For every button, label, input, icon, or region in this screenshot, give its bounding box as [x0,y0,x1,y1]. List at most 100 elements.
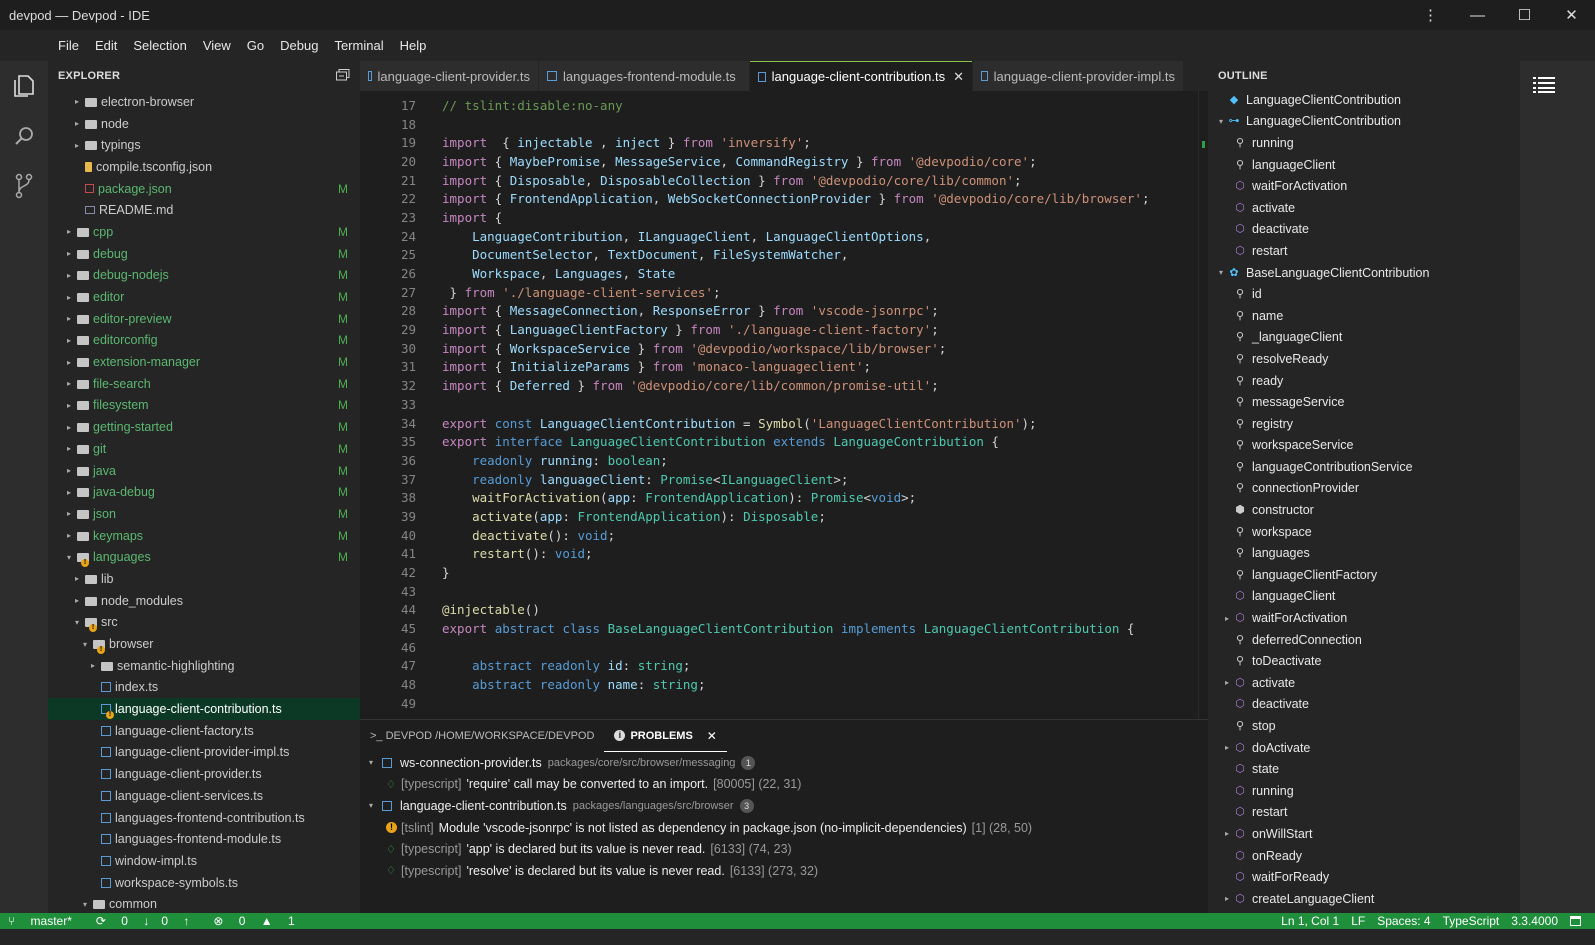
tree-item[interactable]: ▸ semantic-highlighting [48,655,360,677]
tree-item[interactable]: ▸ electron-browser [48,91,360,113]
tree-item[interactable]: ▸ cpp M [48,221,360,243]
tree-twisty-icon[interactable]: ▸ [64,336,74,345]
tree-item[interactable]: languages-frontend-contribution.ts [48,807,360,829]
tree-item[interactable]: ▸ node [48,113,360,135]
tree-item[interactable]: package.json M [48,178,360,200]
tree-twisty-icon[interactable]: ▸ [72,574,82,583]
tree-item[interactable]: index.ts [48,677,360,699]
notifications-icon[interactable] [1570,916,1581,926]
outline-item[interactable]: ⚲ toDeactivate [1208,650,1520,672]
outline-item[interactable]: ▸ ⬡ waitForActivation [1208,607,1520,629]
cursor-position[interactable]: Ln 1, Col 1 [1281,914,1339,928]
outline-item[interactable]: ⚲ ready [1208,370,1520,392]
tree-twisty-icon[interactable]: ▸ [64,423,74,432]
collapse-all-icon[interactable] [336,69,350,81]
outline-item[interactable]: ⚲ name [1208,305,1520,327]
outline-item[interactable]: ⬡ restart [1208,802,1520,824]
files-icon[interactable] [0,61,48,111]
tree-item[interactable]: ▸ extension-manager M [48,351,360,373]
editor-tab[interactable]: languages-frontend-module.ts [539,61,749,91]
tree-item[interactable]: compile.tsconfig.json [48,156,360,178]
tree-twisty-icon[interactable]: ▸ [88,661,98,670]
tree-item[interactable]: ▸ debug-nodejs M [48,265,360,287]
outline-item[interactable]: ▾ ✿ BaseLanguageClientContribution [1208,262,1520,284]
tree-item[interactable]: ▾ common [48,893,360,915]
indentation[interactable]: Spaces: 4 [1377,914,1430,928]
outline-item[interactable]: ⚲ languageClient [1208,154,1520,176]
outline-item[interactable]: ⚲ workspaceService [1208,435,1520,457]
tree-twisty-icon[interactable]: ▸ [64,379,74,388]
tree-item[interactable]: language-client-factory.ts [48,720,360,742]
tree-item[interactable]: ▸ debug M [48,243,360,265]
menu-edit[interactable]: Edit [87,38,125,53]
problem-file-row[interactable]: ▾ language-client-contribution.ts packages… [360,795,1208,817]
tree-item[interactable]: ▾! languages M [48,546,360,568]
editor-scrollbar[interactable] [1198,91,1208,719]
outline-item[interactable]: ⬡ waitForActivation [1208,175,1520,197]
close-tab-icon[interactable]: ✕ [953,69,964,85]
outline-item[interactable]: ⚲ resolveReady [1208,348,1520,370]
outline-item[interactable]: ▸ ⬡ activate [1208,672,1520,694]
tree-item[interactable]: languages-frontend-module.ts [48,828,360,850]
tree-twisty-icon[interactable]: ▸ [64,466,74,475]
outline-item[interactable]: ▸ ⬡ doActivate [1208,737,1520,759]
tree-item[interactable]: ▾! browser [48,633,360,655]
tree-twisty-icon[interactable]: ▾ [1214,268,1228,277]
tree-twisty-icon[interactable]: ▸ [64,444,74,453]
tree-twisty-icon[interactable]: ▸ [1220,829,1234,838]
line-ending[interactable]: LF [1351,914,1365,928]
search-icon[interactable] [0,111,48,161]
outline-item[interactable]: ▾ ⊶ LanguageClientContribution [1208,111,1520,133]
code-editor[interactable]: 17 // tslint:disable:no-any 18 19 import { i… [360,91,1198,719]
problem-item[interactable]: ♢ [typescript] 'app' is declared but its v… [360,838,1208,860]
tab-terminal[interactable]: >_ DEVPOD /HOME/WORKSPACE/DEVPOD [360,720,604,752]
tree-item[interactable]: ▸ filesystem M [48,395,360,417]
outline-item[interactable]: ⚲ running [1208,132,1520,154]
outline-item[interactable]: ⚲ workspace [1208,521,1520,543]
tree-twisty-icon[interactable]: ▸ [64,227,74,236]
tree-twisty-icon[interactable]: ▸ [72,119,82,128]
tree-twisty-icon[interactable]: ▸ [1220,678,1234,687]
tree-item[interactable]: workspace-symbols.ts [48,872,360,894]
tree-twisty-icon[interactable]: ▸ [64,531,74,540]
outline-item[interactable]: ⚲ languageClientFactory [1208,564,1520,586]
tree-item[interactable]: ▸ node_modules [48,590,360,612]
outline-item[interactable]: ⚲ id [1208,283,1520,305]
outline-item[interactable]: ⬡ running [1208,780,1520,802]
menu-file[interactable]: File [50,38,87,53]
outline-item[interactable]: ◆ LanguageClientContribution [1208,89,1520,111]
tree-twisty-icon[interactable]: ▸ [72,141,82,150]
tree-item[interactable]: language-client-provider.ts [48,763,360,785]
outline-item[interactable]: ⬡ activate [1208,197,1520,219]
tree-item[interactable]: ▾! src [48,612,360,634]
git-branch[interactable]: ⑂ master* [8,914,84,928]
outline-item[interactable]: ⚲ registry [1208,413,1520,435]
outline-item[interactable]: ⬡ deactivate [1208,694,1520,716]
tree-item[interactable]: ▸ editorconfig M [48,330,360,352]
close-window-button[interactable]: ✕ [1548,0,1595,30]
tree-twisty-icon[interactable]: ▾ [80,900,90,909]
editor-tab[interactable]: language-client-provider-impl.ts [973,61,1183,91]
tree-twisty-icon[interactable]: ▸ [64,293,74,302]
menu-terminal[interactable]: Terminal [326,38,391,53]
problem-item[interactable]: ! [tslint] Module 'vscode-jsonrpc' is not … [360,817,1208,839]
chevron-down-icon[interactable]: ▾ [366,801,376,810]
outline-item[interactable]: ⬡ languageClient [1208,586,1520,608]
chevron-down-icon[interactable]: ▾ [366,758,376,767]
tree-item[interactable]: ▸ editor M [48,286,360,308]
tree-twisty-icon[interactable]: ▸ [64,358,74,367]
tree-twisty-icon[interactable]: ▸ [64,271,74,280]
close-panel-icon[interactable]: ✕ [707,729,717,743]
tree-twisty-icon[interactable]: ▸ [64,509,74,518]
problem-item[interactable]: ♢ [typescript] 'resolve' is declared but i… [360,860,1208,882]
menu-go[interactable]: Go [239,38,272,53]
tree-item[interactable]: README.md [48,199,360,221]
tree-item[interactable]: ▸ typings [48,134,360,156]
ts-version[interactable]: 3.3.4000 [1511,914,1558,928]
outline-item[interactable]: ⬡ state [1208,758,1520,780]
outline-item[interactable]: ⬡ restart [1208,240,1520,262]
more-actions-icon[interactable]: ⋮ [1407,0,1454,30]
editor-tab[interactable]: language-client-contribution.ts ✕ [750,61,972,91]
minimize-button[interactable]: — [1454,0,1501,30]
tree-twisty-icon[interactable]: ▸ [64,249,74,258]
